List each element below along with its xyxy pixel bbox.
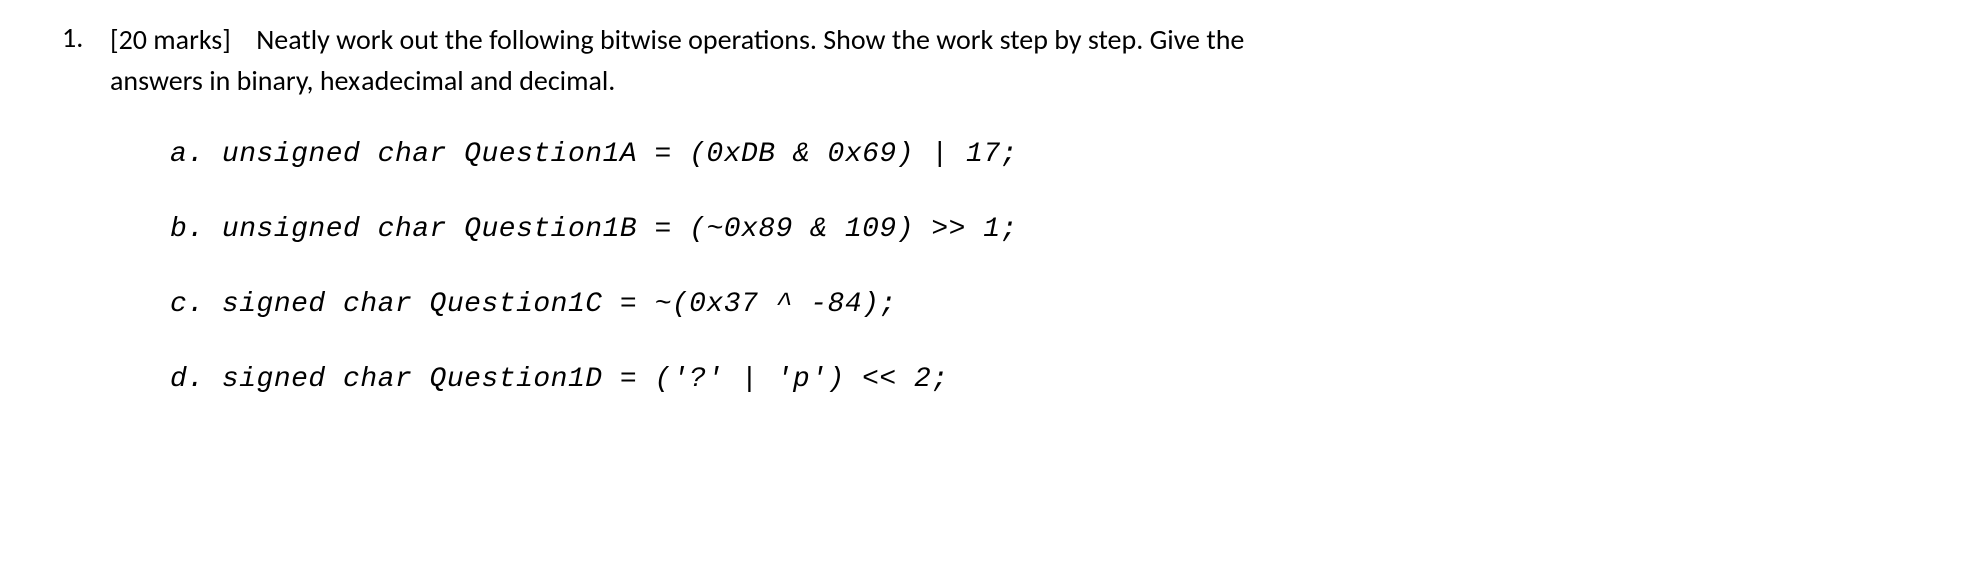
subquestion-b: b. unsigned char Question1B = (~0x89 & 1…	[170, 214, 1928, 245]
subquestion-code: signed char Question1C = ~(0x37 ^ -84);	[222, 289, 897, 320]
question-intro-line1: Neatly work out the following bitwise op…	[256, 22, 1244, 57]
intro-space	[237, 22, 250, 57]
subquestion-code: signed char Question1D = ('?' | 'p') << …	[222, 364, 949, 395]
question-container: 1. [20 marks] Neatly work out the follow…	[50, 20, 1928, 439]
subquestion-label: b.	[170, 214, 205, 245]
subquestions-list: a. unsigned char Question1A = (0xDB & 0x…	[110, 139, 1928, 395]
question-marks: [20 marks]	[110, 22, 231, 57]
subquestion-d: d. signed char Question1D = ('?' | 'p') …	[170, 364, 1928, 395]
subquestion-label: c.	[170, 289, 205, 320]
question-intro-line2-part2: adecimal and decimal.	[361, 63, 615, 98]
question-intro-line2-part1: answers in binary, hex	[110, 63, 360, 98]
question-number: 1.	[50, 20, 110, 55]
subquestion-c: c. signed char Question1C = ~(0x37 ^ -84…	[170, 289, 1928, 320]
subquestion-code: unsigned char Question1B = (~0x89 & 109)…	[222, 214, 1018, 245]
subquestion-label: a.	[170, 139, 205, 170]
question-intro: [20 marks] Neatly work out the following…	[110, 20, 1928, 101]
question-number-text: 1.	[62, 20, 83, 55]
subquestion-a: a. unsigned char Question1A = (0xDB & 0x…	[170, 139, 1928, 170]
subquestion-label: d.	[170, 364, 205, 395]
subquestion-code: unsigned char Question1A = (0xDB & 0x69)…	[222, 139, 1018, 170]
question-body: [20 marks] Neatly work out the following…	[110, 20, 1928, 439]
